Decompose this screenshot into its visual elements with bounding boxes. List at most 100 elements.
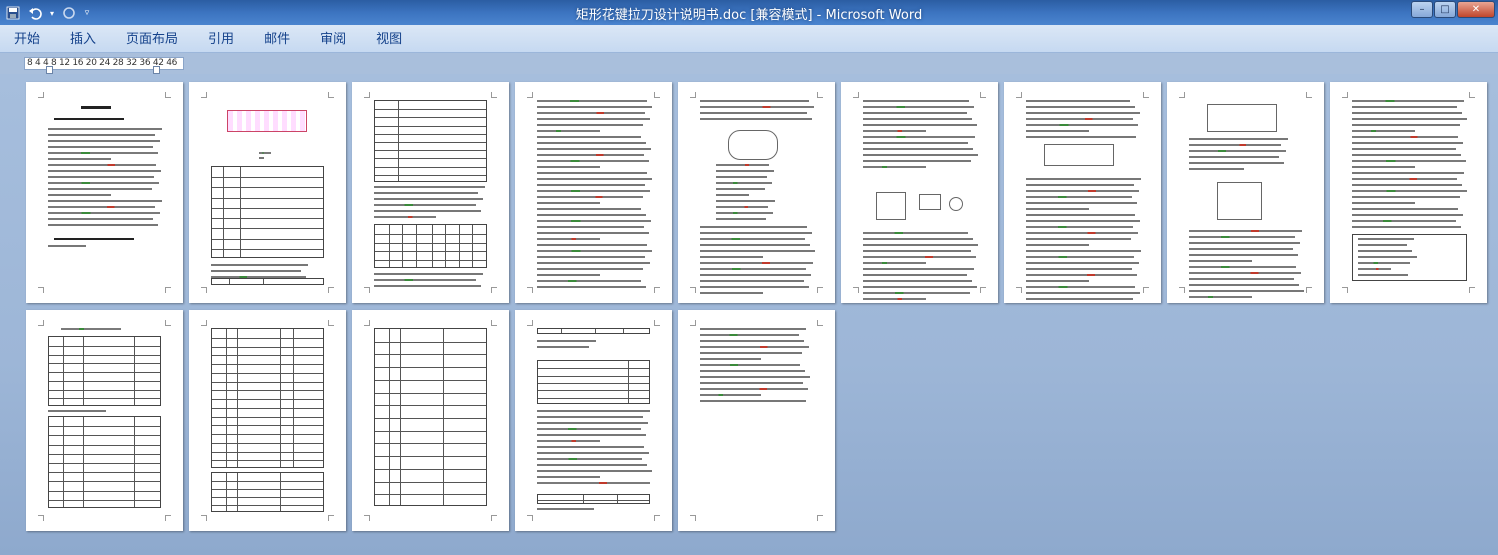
left-indent-marker[interactable] <box>46 66 53 74</box>
text-line <box>863 142 968 144</box>
text-line <box>700 106 814 108</box>
document-page[interactable] <box>189 310 346 531</box>
table-row-line <box>538 500 649 501</box>
text-line <box>700 352 802 354</box>
table-row-line <box>375 443 486 445</box>
text-line <box>1352 172 1464 174</box>
tab-home[interactable]: 开始 <box>4 31 50 48</box>
text-line <box>537 286 646 288</box>
document-page[interactable] <box>678 82 835 303</box>
text-line <box>1026 256 1134 258</box>
text-line <box>700 118 812 120</box>
text-line <box>537 112 645 114</box>
text-line <box>1189 138 1288 140</box>
text-line <box>1189 260 1253 262</box>
table-col-line <box>388 225 390 267</box>
tab-mailings[interactable]: 邮件 <box>254 31 300 48</box>
text-line <box>700 226 807 228</box>
text-line <box>863 148 973 150</box>
document-page[interactable] <box>352 82 509 303</box>
text-line <box>700 100 809 102</box>
text-line <box>537 196 643 198</box>
crop-mark <box>201 320 207 326</box>
text-line <box>1026 268 1132 270</box>
text-line <box>716 176 767 178</box>
text-line <box>1358 268 1391 270</box>
table-row-line <box>49 363 160 365</box>
text-line <box>700 394 761 396</box>
minimize-button[interactable]: – <box>1411 1 1433 18</box>
text-line <box>537 100 647 102</box>
text-line <box>700 232 812 234</box>
crop-mark <box>1179 287 1185 293</box>
document-page[interactable] <box>26 310 183 531</box>
text-line <box>537 148 651 150</box>
text-line <box>48 410 106 412</box>
text-line <box>1358 274 1408 276</box>
tab-view[interactable]: 视图 <box>366 31 412 48</box>
document-page[interactable] <box>515 82 672 303</box>
text-line <box>863 154 978 156</box>
table-row-line <box>49 345 160 347</box>
text-line <box>537 416 643 418</box>
document-page[interactable] <box>1167 82 1324 303</box>
part-drawing <box>919 194 941 210</box>
text-line <box>1026 250 1141 252</box>
crop-mark <box>853 92 859 98</box>
crop-mark <box>654 515 660 521</box>
document-page[interactable] <box>1004 82 1161 303</box>
crop-mark <box>364 320 370 326</box>
crop-mark <box>853 287 859 293</box>
table-row-line <box>212 451 323 453</box>
document-page[interactable] <box>841 82 998 303</box>
table-col-line <box>236 473 238 511</box>
tab-references[interactable]: 引用 <box>198 31 244 48</box>
text-line <box>537 220 651 222</box>
tab-insert[interactable]: 插入 <box>60 31 106 48</box>
table-row-line <box>212 442 323 444</box>
tab-review[interactable]: 审阅 <box>310 31 356 48</box>
document-page[interactable] <box>189 82 346 303</box>
table-col-line <box>388 329 390 505</box>
table <box>537 328 650 334</box>
document-page[interactable] <box>26 82 183 303</box>
right-indent-marker[interactable] <box>153 66 160 74</box>
text-line <box>374 285 481 287</box>
text-line <box>700 370 805 372</box>
text-line <box>1189 242 1300 244</box>
text-line <box>374 279 476 281</box>
document-page[interactable] <box>515 310 672 531</box>
table-row-line <box>212 497 323 498</box>
text-line <box>863 160 971 162</box>
text-line <box>537 118 650 120</box>
table <box>374 224 487 268</box>
text-line <box>700 340 804 342</box>
document-page[interactable] <box>1330 82 1487 303</box>
table-row-line <box>375 354 486 356</box>
table-row-line <box>49 380 160 382</box>
close-button[interactable]: ✕ <box>1457 1 1495 18</box>
text-line <box>863 286 977 288</box>
part-drawing <box>1044 144 1114 166</box>
document-page[interactable] <box>352 310 509 531</box>
text-line <box>700 364 800 366</box>
text-line <box>863 298 927 300</box>
crop-mark <box>1342 92 1348 98</box>
maximize-button[interactable]: □ <box>1434 1 1456 18</box>
table-row-line <box>212 425 323 427</box>
document-page[interactable] <box>678 310 835 531</box>
table-row-line <box>49 472 160 474</box>
table-row-line <box>49 354 160 356</box>
crop-mark <box>654 320 660 326</box>
text-line <box>1352 112 1462 114</box>
text-line <box>1026 190 1139 192</box>
text-line <box>1026 196 1132 198</box>
tab-page-layout[interactable]: 页面布局 <box>116 31 188 48</box>
text-line <box>1358 256 1417 258</box>
window-title: 矩形花键拉刀设计说明书.doc [兼容模式] - Microsoft Word <box>575 8 923 23</box>
text-line <box>1189 290 1304 292</box>
table-row-line <box>49 372 160 373</box>
text-line <box>1026 274 1137 276</box>
text-line <box>700 346 809 348</box>
text-line <box>1352 118 1467 120</box>
